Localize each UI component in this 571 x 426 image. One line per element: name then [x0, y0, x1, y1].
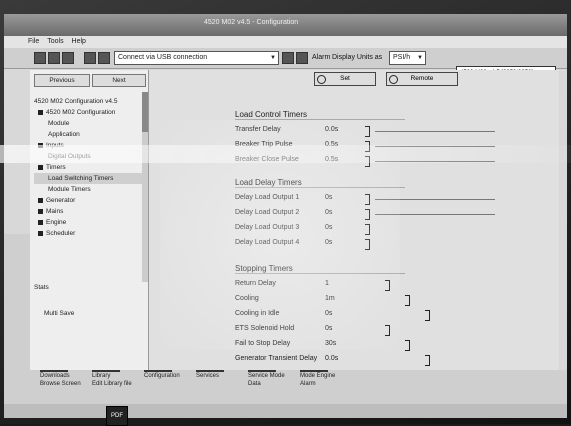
tree-item-label: Generator	[46, 197, 76, 204]
task-tick	[300, 370, 328, 372]
tree-item[interactable]: Engine	[34, 217, 144, 228]
folder-icon	[38, 197, 43, 203]
menu-bar: File Tools Help	[4, 36, 567, 48]
new-file-icon[interactable]	[34, 52, 46, 64]
tree-item[interactable]: 4520 M02 Configuration v4.5	[34, 96, 144, 107]
title-bar: 4520 M02 v4.5 - Configuration	[4, 14, 567, 36]
menu-tools[interactable]: Tools	[47, 38, 63, 45]
stats-label: Stats	[34, 284, 49, 291]
tree-scrollbar[interactable]	[142, 92, 148, 282]
pdf-icon[interactable]: PDF	[106, 406, 128, 426]
task-tick	[92, 370, 120, 372]
remote-button[interactable]: Remote	[386, 72, 458, 86]
navigation-panel: Previous Next 4520 M02 Configuration v4.…	[30, 70, 149, 370]
connection-value: Connect via USB connection	[118, 54, 208, 61]
tree-item-label: Application	[48, 131, 80, 138]
photo-blur	[160, 120, 400, 350]
tree-item[interactable]: Generator	[34, 195, 144, 206]
chevron-down-icon: ▼	[417, 55, 423, 61]
task-item-sublabel: Edit Library file	[92, 381, 132, 387]
menu-file[interactable]: File	[28, 38, 39, 45]
set-button[interactable]: Set	[314, 72, 376, 86]
alarm-icon[interactable]	[296, 52, 308, 64]
timer-row: Generator Transient Delay 0.0s	[235, 355, 535, 367]
section-title: Load Control Timers	[235, 110, 405, 120]
task-tick	[40, 370, 68, 372]
remote-label: Remote	[410, 75, 434, 82]
tree-item[interactable]: Scheduler	[34, 228, 144, 239]
tree-item[interactable]: Load Switching Timers	[34, 173, 144, 184]
desktop-strip	[4, 404, 567, 418]
tree-item-label: Timers	[46, 164, 66, 171]
left-edge-panel	[4, 234, 30, 374]
tree-item-label: Engine	[46, 219, 67, 226]
value-bracket	[405, 295, 410, 306]
save-icon[interactable]	[62, 52, 74, 64]
chevron-down-icon: ▼	[270, 55, 276, 61]
tree-item-label: Mains	[46, 208, 64, 215]
tree-item-label: Module	[48, 120, 70, 127]
task-tick	[144, 370, 172, 372]
connect-icon[interactable]	[282, 52, 294, 64]
display-units-select[interactable]: PSI/h ▼	[389, 51, 426, 65]
task-item-label[interactable]: Service Mode	[248, 373, 285, 379]
tree-item[interactable]: Timers	[34, 162, 144, 173]
folder-icon	[38, 208, 43, 214]
tree-item[interactable]: Module	[34, 118, 144, 129]
circle-icon	[317, 75, 326, 84]
tree-item-label: Load Switching Timers	[48, 175, 114, 182]
tree-item[interactable]: Mains	[34, 206, 144, 217]
task-item-label[interactable]: Services	[196, 373, 219, 379]
tree-item-label: 4520 M02 Configuration v4.5	[34, 98, 118, 105]
display-units-value: PSI/h	[393, 54, 411, 61]
task-item-label[interactable]: Library	[92, 373, 110, 379]
folder-icon	[38, 230, 43, 236]
task-item-label[interactable]: Configuration	[144, 373, 180, 379]
tree-item[interactable]: Application	[34, 129, 144, 140]
task-item-sublabel: Browse Screen	[40, 381, 81, 387]
write-icon[interactable]	[98, 52, 110, 64]
menu-help[interactable]: Help	[72, 38, 86, 45]
config-tree: 4520 M02 Configuration v4.5 4520 M02 Conf…	[34, 96, 144, 239]
action-buttons: Set Remote	[314, 72, 514, 86]
connection-select[interactable]: Connect via USB connection ▼	[114, 51, 279, 65]
alarm-label: Alarm	[312, 54, 331, 61]
task-item-sublabel: Alarm	[300, 381, 316, 387]
set-label: Set	[340, 75, 350, 82]
scrollbar-thumb[interactable]	[142, 92, 148, 132]
timer-value[interactable]: 0.0s	[325, 355, 345, 362]
next-button[interactable]: Next	[92, 74, 146, 87]
circle-icon	[389, 75, 398, 84]
bottom-task-area: Downloads Browse Screen Library Edit Librar…	[4, 370, 567, 404]
previous-button[interactable]: Previous	[34, 74, 90, 87]
folder-icon	[38, 219, 43, 225]
tree-item-label: 4520 M02 Configuration	[46, 109, 116, 116]
folder-icon	[38, 164, 43, 170]
task-item-label[interactable]: Mode Engine	[300, 373, 335, 379]
read-icon[interactable]	[84, 52, 96, 64]
tree-item[interactable]: Module Timers	[34, 184, 144, 195]
open-file-icon[interactable]	[48, 52, 60, 64]
tree-item[interactable]: 4520 M02 Configuration	[34, 107, 144, 118]
tree-item-label: Module Timers	[48, 186, 91, 193]
task-tick	[248, 370, 276, 372]
task-item-sublabel: Data	[248, 381, 261, 387]
value-bracket	[405, 340, 410, 351]
task-tick	[196, 370, 224, 372]
left-bottom-text: Multi Save	[44, 310, 75, 317]
task-item-label[interactable]: Downloads	[40, 373, 70, 379]
folder-icon	[38, 109, 43, 115]
tree-item-label: Scheduler	[46, 230, 76, 237]
value-bracket	[425, 355, 430, 366]
display-units-label: Display Units as	[332, 54, 383, 61]
value-bracket	[425, 310, 430, 321]
window-title: 4520 M02 v4.5 - Configuration	[204, 19, 299, 26]
nav-buttons: Previous Next	[34, 74, 146, 87]
